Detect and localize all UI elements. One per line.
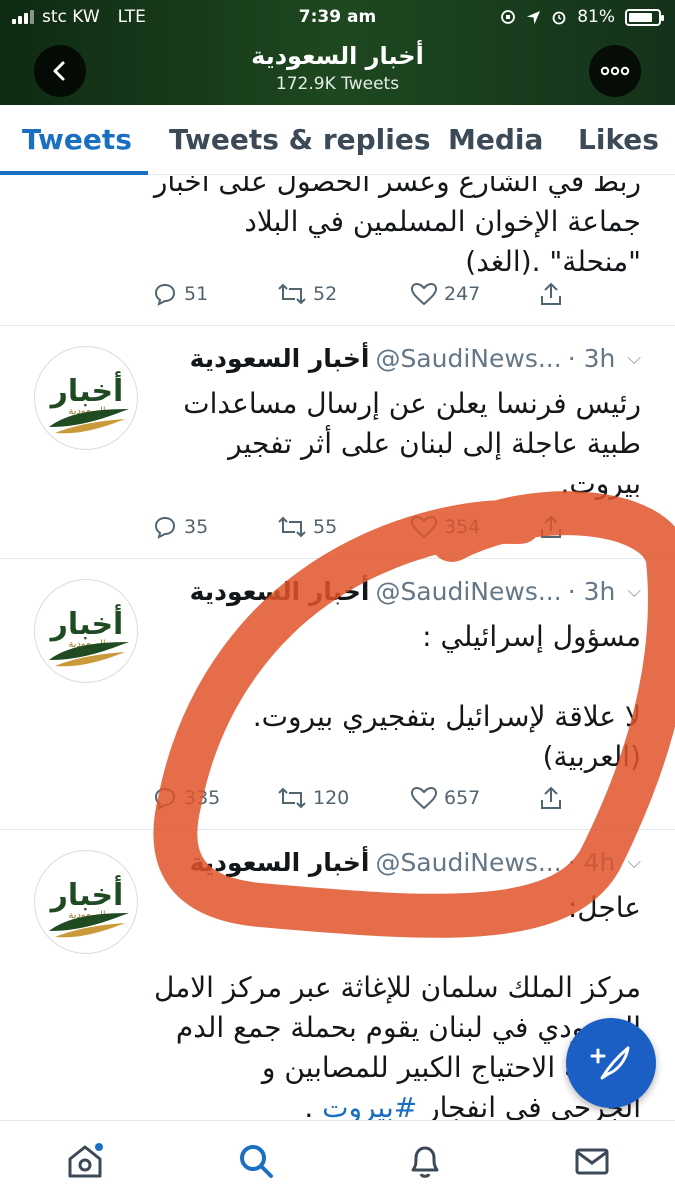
ellipsis-icon: [600, 66, 630, 76]
reply-icon: [154, 516, 176, 539]
battery-icon: [625, 8, 664, 26]
tweet-text: ربط في الشارع وعسر الحصول على أخبار جماع…: [153, 176, 641, 278]
profile-tabs: Tweets Tweets & replies Media Likes: [0, 105, 675, 175]
reply-button[interactable]: 335: [152, 785, 220, 811]
tab-media[interactable]: Media: [448, 123, 543, 156]
news-logo: أخبار السعودية: [49, 604, 129, 667]
share-icon: [541, 515, 561, 538]
tweet-actions: 335 120 657: [152, 785, 582, 817]
like-count: 657: [444, 787, 481, 809]
tweet-header: أخبار السعودية @SaudiNews... · 3h ⌵: [190, 344, 641, 373]
reply-icon: [154, 283, 176, 306]
author-handle[interactable]: @SaudiNews...: [375, 848, 561, 877]
like-button[interactable]: 657: [410, 785, 480, 811]
heart-icon: [410, 515, 438, 539]
status-right: 81%: [500, 7, 664, 27]
battery-percent: 81%: [577, 7, 615, 27]
avatar[interactable]: أخبار السعودية: [34, 346, 138, 450]
chevron-down-icon[interactable]: ⌵: [627, 852, 641, 873]
hashtag-link[interactable]: #بيروت: [322, 1091, 417, 1120]
share-icon: [541, 282, 561, 305]
like-count: 247: [444, 283, 481, 305]
share-button[interactable]: [538, 514, 564, 540]
retweet-button[interactable]: 52: [277, 281, 337, 307]
author-handle[interactable]: @SaudiNews...: [375, 344, 561, 373]
tab-likes[interactable]: Likes: [578, 123, 659, 156]
active-tab-indicator: [0, 171, 148, 175]
author-name[interactable]: أخبار السعودية: [190, 577, 370, 606]
search-icon: [240, 1145, 273, 1178]
chevron-down-icon[interactable]: ⌵: [627, 581, 641, 602]
share-icon: [541, 786, 561, 809]
location-icon: [527, 10, 541, 24]
tweet-item[interactable]: أخبار السعودية أخبار السعودية @SaudiNews…: [0, 326, 675, 559]
retweet-count: 52: [313, 283, 338, 305]
notifications-tab[interactable]: [403, 1139, 447, 1183]
status-bar: stc KW LTE 7:39 am 81%: [0, 0, 675, 34]
tweet-text-body: عاجل: مركز الملك سلمان للإغاثة عبر مركز …: [153, 891, 641, 1120]
retweet-count: 55: [313, 516, 338, 538]
author-name[interactable]: أخبار السعودية: [190, 344, 370, 373]
rotation-lock-icon: [501, 10, 516, 24]
retweet-icon: [278, 283, 306, 305]
tweet-time: · 4h: [567, 848, 616, 877]
like-button[interactable]: 354: [410, 514, 480, 540]
like-button[interactable]: 247: [410, 281, 480, 307]
profile-name: أخبار السعودية: [251, 42, 424, 70]
tweet-actions: 35 55 354: [152, 514, 582, 546]
author-name[interactable]: أخبار السعودية: [190, 848, 370, 877]
chevron-down-icon[interactable]: ⌵: [627, 348, 641, 369]
retweet-icon: [278, 516, 306, 538]
svg-text:أخبار: أخبار: [49, 875, 124, 913]
tweet-text: عاجل: مركز الملك سلمان للإغاثة عبر مركز …: [121, 888, 641, 1120]
reply-button[interactable]: 51: [152, 281, 208, 307]
tweet-header: أخبار السعودية @SaudiNews... · 4h ⌵: [190, 848, 641, 877]
reply-count: 51: [184, 283, 209, 305]
retweet-button[interactable]: 55: [277, 514, 337, 540]
share-button[interactable]: [538, 785, 564, 811]
more-options-button[interactable]: [589, 45, 641, 97]
tweet-time: · 3h: [567, 344, 616, 373]
avatar[interactable]: أخبار السعودية: [34, 579, 138, 683]
battery-level: [629, 12, 652, 22]
tweet-time: · 3h: [567, 577, 616, 606]
reply-button[interactable]: 35: [152, 514, 208, 540]
home-tab[interactable]: [63, 1139, 107, 1183]
tweet-text: مسؤول إسرائيلي : لا علاقة لإسرائيل بتفجي…: [252, 620, 641, 773]
tweet-count: 172.9K Tweets: [275, 74, 400, 94]
author-handle[interactable]: @SaudiNews...: [375, 577, 561, 606]
messages-tab[interactable]: [570, 1139, 614, 1183]
home-icon: [68, 1143, 103, 1178]
svg-text:أخبار: أخبار: [49, 371, 124, 409]
mail-icon: [575, 1148, 609, 1175]
bottom-tab-bar: [0, 1120, 675, 1200]
news-logo: أخبار السعودية: [49, 371, 129, 434]
tweet-item[interactable]: أخبار السعودية أخبار السعودية @SaudiNews…: [0, 559, 675, 830]
search-tab[interactable]: [234, 1139, 278, 1183]
retweet-icon: [278, 787, 306, 809]
svg-text:أخبار: أخبار: [49, 604, 124, 642]
tweet-actions: 51 52 247: [152, 281, 582, 313]
reply-icon: [154, 787, 176, 810]
heart-icon: [410, 282, 438, 306]
alarm-icon: [552, 11, 566, 25]
like-count: 354: [444, 516, 481, 538]
bell-icon: [411, 1146, 439, 1178]
retweet-count: 120: [313, 787, 350, 809]
tweet-item[interactable]: ربط في الشارع وعسر الحصول على أخبار جماع…: [0, 176, 675, 326]
tweet-text-tail: .: [304, 1091, 323, 1120]
reply-count: 335: [184, 787, 221, 809]
tab-tweets[interactable]: Tweets: [22, 123, 132, 156]
profile-header: stc KW LTE 7:39 am 81% أخبار السعودية 17…: [0, 0, 675, 105]
heart-icon: [410, 786, 438, 810]
retweet-button[interactable]: 120: [277, 785, 349, 811]
compose-tweet-button[interactable]: [566, 1018, 656, 1108]
tweet-text: رئيس فرنسا يعلن عن إرسال مساعدات طبية عا…: [183, 387, 641, 500]
compose-feather-icon: [590, 1046, 630, 1080]
tab-tweets-replies[interactable]: Tweets & replies: [169, 123, 431, 156]
tweet-header: أخبار السعودية @SaudiNews... · 3h ⌵: [190, 577, 641, 606]
share-button[interactable]: [538, 281, 564, 307]
reply-count: 35: [184, 516, 209, 538]
